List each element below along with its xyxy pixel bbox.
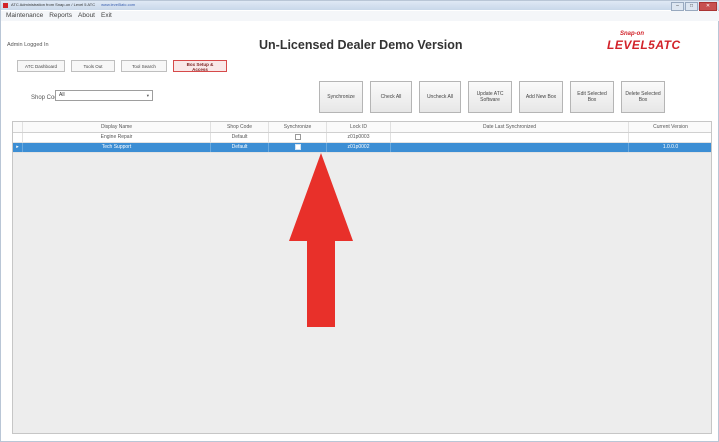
level5atc-logo: Snap-on LEVEL5ATC (607, 31, 711, 55)
maximize-button[interactable]: □ (685, 2, 698, 11)
logo-text: LEVEL5ATC (607, 38, 681, 52)
logo-brand: Snap-on (620, 31, 644, 37)
window-controls: – □ ✕ (671, 2, 717, 11)
col-current-version[interactable]: Current Version (629, 122, 711, 132)
cell-date-last-synchronized (391, 133, 629, 142)
action-toolbar: Synchronize Check All Uncheck All Update… (319, 81, 665, 113)
row-indicator (13, 133, 23, 142)
cell-display-name: Tech Support (23, 143, 211, 152)
cell-current-version: 1.0.0.0 (629, 143, 711, 152)
tab-tools-out[interactable]: Tools Out (71, 60, 115, 72)
red-arrow-annotation (289, 153, 353, 327)
shop-code-select[interactable]: All ▾ (55, 90, 153, 101)
synchronize-checkbox[interactable] (294, 133, 301, 140)
cell-shop-code: Default (211, 143, 269, 152)
title-bar: ATC Administration from Snap-on / Level … (1, 1, 719, 11)
table-row[interactable]: Engine Repair Default z01p0003 (13, 133, 711, 143)
update-atc-software-button[interactable]: Update ATC Software (468, 81, 512, 113)
app-icon (3, 3, 8, 8)
tab-tool-search[interactable]: Tool Search (121, 60, 167, 72)
col-lock-id[interactable]: Lock ID (327, 122, 391, 132)
up-arrow-icon (289, 153, 353, 327)
cell-date-last-synchronized (391, 143, 629, 152)
menu-reports[interactable]: Reports (49, 11, 72, 21)
table-row[interactable]: ▸ Tech Support Default z01p0002 1.0.0.0 (13, 143, 711, 153)
uncheck-all-button[interactable]: Uncheck All (419, 81, 461, 113)
app-window: ATC Administration from Snap-on / Level … (0, 0, 719, 442)
tab-atc-dashboard[interactable]: ATC Dashboard (17, 60, 65, 72)
menu-exit[interactable]: Exit (101, 11, 112, 21)
page-title: Un-Licensed Dealer Demo Version (259, 38, 463, 52)
delete-selected-box-button[interactable]: Delete Selected Box (621, 81, 665, 113)
row-header-spacer (13, 122, 23, 132)
menu-bar: Maintenance Reports About Exit (1, 11, 719, 21)
shop-code-value: All (59, 92, 65, 98)
minimize-button[interactable]: – (671, 2, 684, 11)
admin-status: Admin Logged In (7, 42, 49, 48)
col-date-last-synchronized[interactable]: Date Last Synchronized (391, 122, 629, 132)
dropdown-arrow-icon: ▾ (146, 93, 149, 98)
cell-lock-id: z01p0003 (327, 133, 391, 142)
window-title: ATC Administration from Snap-on / Level … (11, 2, 136, 7)
cell-shop-code: Default (211, 133, 269, 142)
tab-box-setup-access[interactable]: Box Setup & Access (173, 60, 227, 72)
cell-display-name: Engine Repair (23, 133, 211, 142)
close-button[interactable]: ✕ (699, 2, 717, 11)
col-synchronize[interactable]: Synchronize (269, 122, 327, 132)
col-display-name[interactable]: Display Name (23, 122, 211, 132)
cell-lock-id: z01p0002 (327, 143, 391, 152)
synchronize-button[interactable]: Synchronize (319, 81, 363, 113)
window-url: www.level5atc.com (101, 2, 136, 7)
row-indicator-arrow-icon: ▸ (13, 143, 23, 152)
check-all-button[interactable]: Check All (370, 81, 412, 113)
synchronize-checkbox[interactable] (294, 143, 301, 150)
edit-selected-box-button[interactable]: Edit Selected Box (570, 81, 614, 113)
cell-synchronize (269, 133, 327, 142)
cell-current-version (629, 133, 711, 142)
menu-maintenance[interactable]: Maintenance (6, 11, 43, 21)
tab-bar: ATC Dashboard Tools Out Tool Search Box … (17, 60, 227, 72)
menu-about[interactable]: About (78, 11, 95, 21)
table-header: Display Name Shop Code Synchronize Lock … (13, 122, 711, 133)
add-new-box-button[interactable]: Add New Box (519, 81, 563, 113)
cell-synchronize (269, 143, 327, 152)
col-shop-code[interactable]: Shop Code (211, 122, 269, 132)
boxes-table: Display Name Shop Code Synchronize Lock … (12, 121, 712, 434)
